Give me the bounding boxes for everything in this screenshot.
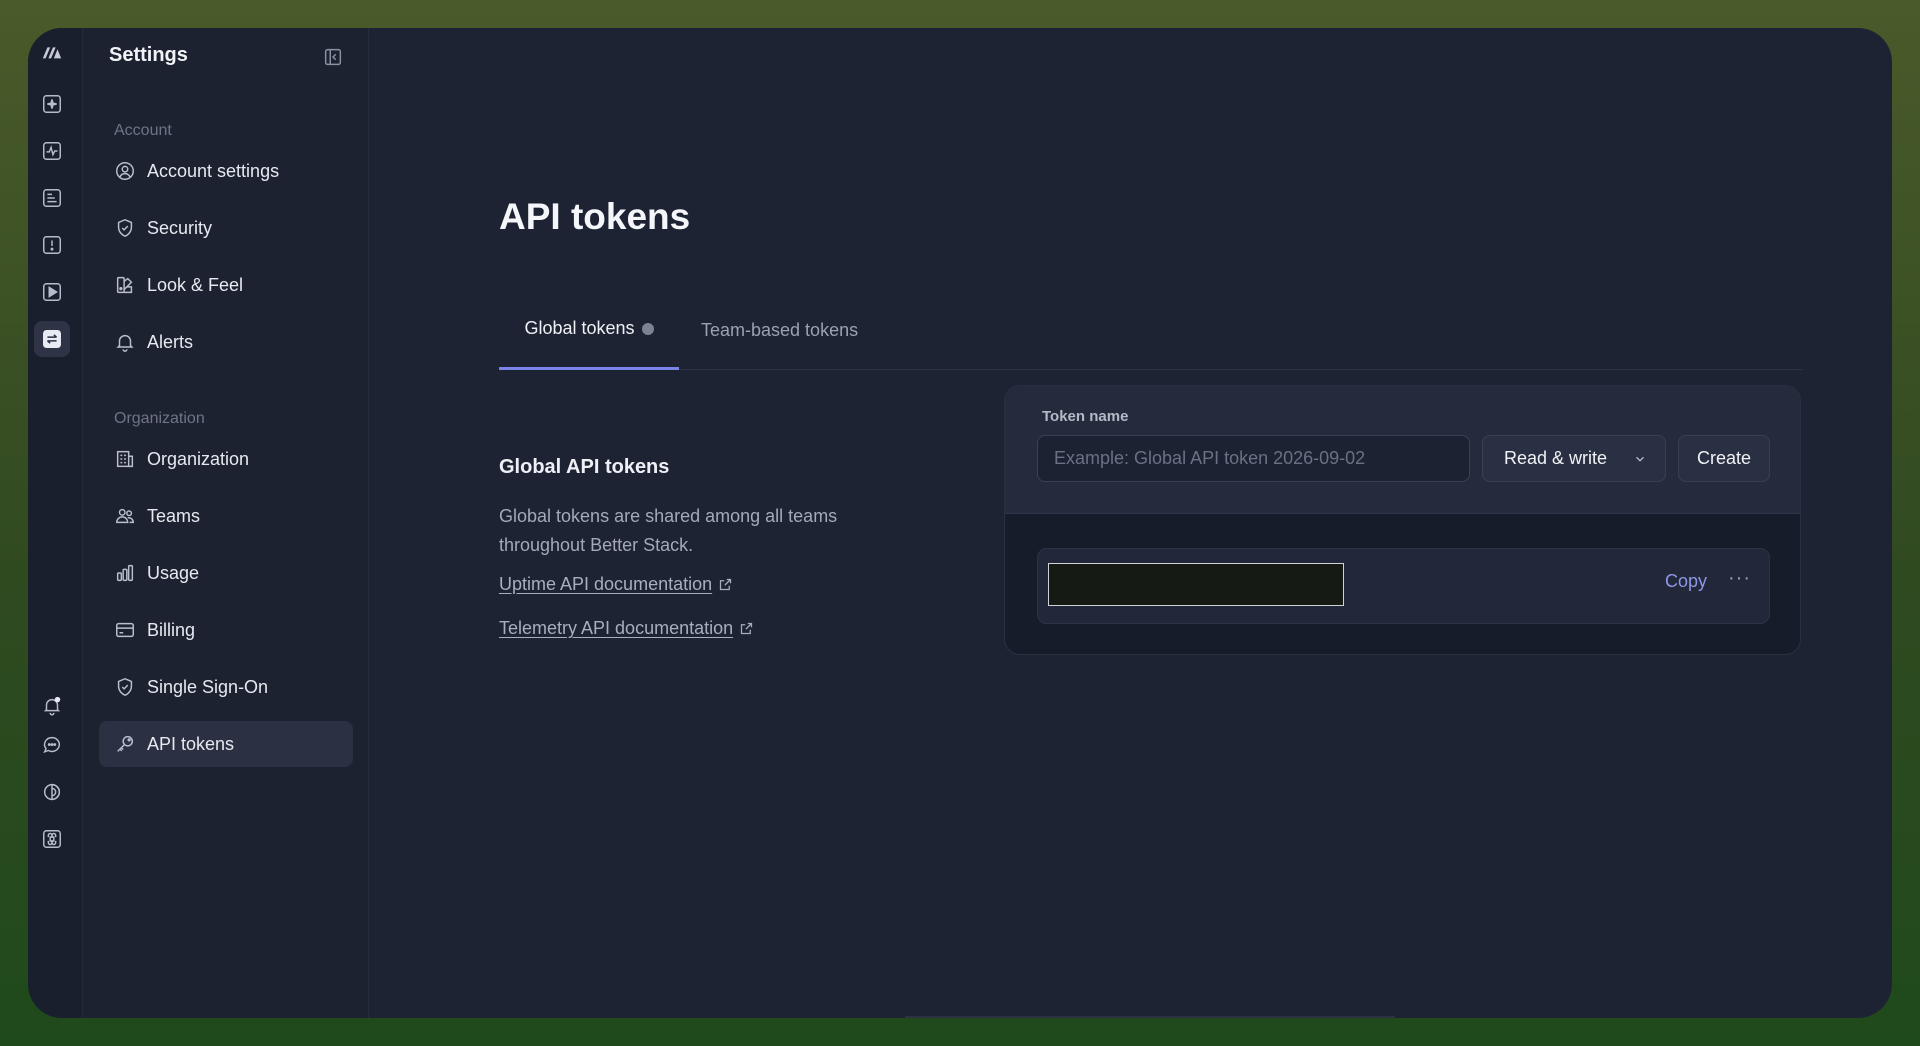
token-value-redacted[interactable] <box>1048 563 1344 606</box>
copy-button[interactable]: Copy <box>1665 571 1707 592</box>
create-button[interactable]: Create <box>1678 435 1770 482</box>
token-row: Copy ··· <box>1037 548 1770 624</box>
tab-team-based-tokens[interactable]: Team-based tokens <box>691 290 868 370</box>
sidebar-item-billing[interactable]: Billing <box>99 607 353 653</box>
bell-icon <box>113 330 137 354</box>
incident-icon[interactable] <box>34 227 70 263</box>
sidebar-item-label: Alerts <box>147 331 194 352</box>
section-organization: Organization <box>114 410 205 427</box>
tabs: Global tokens Team-based tokens <box>499 290 1803 370</box>
main-content: API tokens Global tokens Team-based toke… <box>370 28 1892 1018</box>
monitor-activity-icon[interactable] <box>34 133 70 169</box>
theme-icon[interactable] <box>34 774 70 810</box>
tab-label: Team-based tokens <box>701 319 859 340</box>
settings-toggle-icon[interactable] <box>34 321 70 357</box>
sidebar-item-label: Look & Feel <box>147 274 244 295</box>
more-options-icon[interactable]: ··· <box>1728 567 1751 590</box>
sidebar-item-single-sign-on[interactable]: Single Sign-On <box>99 664 353 710</box>
token-name-label: Token name <box>1042 408 1129 425</box>
collapse-sidebar-icon[interactable] <box>322 46 344 68</box>
chevron-down-icon <box>1636 456 1644 462</box>
key-icon <box>113 732 137 756</box>
sidebar-item-label: Teams <box>147 505 201 526</box>
sidebar-item-label: Account settings <box>147 160 280 181</box>
app-window: Settings Account Account settings Securi… <box>28 28 1892 1018</box>
permission-select[interactable]: Read & write <box>1482 435 1666 482</box>
settings-sidebar: Settings Account Account settings Securi… <box>83 28 369 1018</box>
users-icon <box>113 504 137 528</box>
playback-icon[interactable] <box>34 274 70 310</box>
token-name-input[interactable] <box>1037 435 1470 482</box>
icon-rail <box>28 28 83 1018</box>
info-dot-icon <box>641 322 654 335</box>
ai-sparkle-icon[interactable] <box>34 86 70 122</box>
credit-card-icon <box>113 618 137 642</box>
shield-check-icon <box>113 675 137 699</box>
sidebar-item-usage[interactable]: Usage <box>99 550 353 596</box>
section-title: Global API tokens <box>499 456 670 478</box>
command-icon[interactable] <box>34 821 70 857</box>
sidebar-title: Settings <box>109 44 188 66</box>
external-link-icon <box>720 578 732 591</box>
sidebar-item-label: Billing <box>147 619 196 640</box>
uptime-api-docs-link[interactable]: Uptime API documentation <box>499 574 733 595</box>
palette-icon <box>113 273 137 297</box>
page-title: API tokens <box>499 196 691 237</box>
external-link-icon <box>741 622 753 635</box>
permission-value: Read & write <box>1504 448 1608 468</box>
section-description: Global tokens are shared among all teams… <box>499 506 838 555</box>
link-label: Uptime API documentation <box>499 574 713 594</box>
logs-icon[interactable] <box>34 180 70 216</box>
token-card: Token name Read & write Create Copy ··· <box>1004 385 1801 655</box>
link-label: Telemetry API documentation <box>499 618 734 638</box>
sidebar-item-label: Single Sign-On <box>147 676 269 697</box>
sidebar-item-label: API tokens <box>147 733 235 754</box>
sidebar-item-alerts[interactable]: Alerts <box>99 319 353 365</box>
sidebar-item-api-tokens[interactable]: API tokens <box>99 721 353 767</box>
chat-icon[interactable] <box>34 727 70 763</box>
sidebar-item-teams[interactable]: Teams <box>99 493 353 539</box>
sidebar-item-security[interactable]: Security <box>99 205 353 251</box>
building-icon <box>113 447 137 471</box>
sidebar-item-label: Organization <box>147 448 250 469</box>
logo-icon[interactable] <box>34 34 70 70</box>
user-circle-icon <box>113 159 137 183</box>
create-token-form: Token name Read & write Create <box>1005 386 1800 514</box>
tab-global-tokens[interactable]: Global tokens <box>499 290 679 370</box>
horizontal-scrollbar[interactable] <box>905 1016 1395 1018</box>
sidebar-item-account-settings[interactable]: Account settings <box>99 148 353 194</box>
section-account: Account <box>114 122 172 139</box>
notifications-icon[interactable] <box>34 688 70 724</box>
telemetry-api-docs-link[interactable]: Telemetry API documentation <box>499 618 754 639</box>
sidebar-item-label: Security <box>147 217 213 238</box>
sidebar-item-label: Usage <box>147 562 200 583</box>
sidebar-item-look-and-feel[interactable]: Look & Feel <box>99 262 353 308</box>
sidebar-item-organization[interactable]: Organization <box>99 436 353 482</box>
tab-label: Global tokens <box>524 318 635 338</box>
bar-chart-icon <box>113 561 137 585</box>
shield-check-icon <box>113 216 137 240</box>
